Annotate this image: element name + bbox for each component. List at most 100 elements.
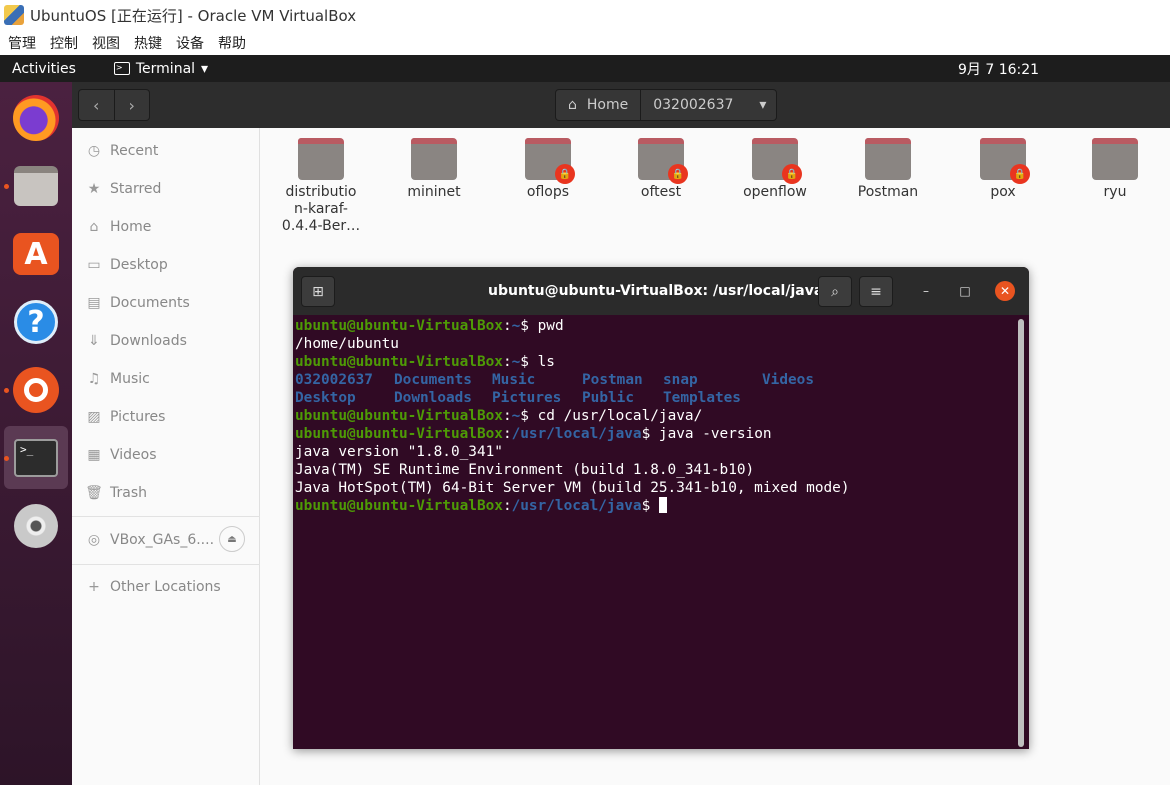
sidebar-item-starred[interactable]: ★ Starred [86,177,162,201]
terminal-window[interactable]: ⊞ ubuntu@ubuntu-VirtualBox: /usr/local/j… [293,267,1029,749]
sidebar-item-device[interactable]: ◎ VBox_GAs_6.... [86,528,214,552]
search-button[interactable]: ⌕ [818,276,852,307]
prompt-path: ~ [511,408,521,424]
dock: A ? >_ [0,82,72,785]
new-tab-icon: ⊞ [312,283,324,300]
sidebar-item-recent[interactable]: ◷ Recent [86,139,159,163]
command-text: ls [528,354,555,370]
vbox-title-bar: UbuntuOS [正在运行] - Oracle VM VirtualBox [0,0,1170,30]
menu-control[interactable]: 控制 [50,33,78,53]
gnome-top-bar: Activities > Terminal ▾ 9月 7 16:21 [0,55,1170,82]
lock-icon: 🔒 [782,164,802,184]
prompt-path: ~ [511,354,521,370]
menu-manage[interactable]: 管理 [8,33,36,53]
dock-terminal[interactable]: >_ [12,434,60,482]
sidebar-item-pictures[interactable]: ▨ Pictures [86,405,165,429]
menu-hotkey[interactable]: 热键 [134,33,162,53]
folder-icon [411,138,457,180]
close-button[interactable]: ✕ [995,281,1015,301]
running-indicator [4,388,9,393]
ls-entry: Downloads [394,390,472,406]
command-text: cd /usr/local/java/ [528,408,703,424]
terminal-output[interactable]: ubuntu@ubuntu-VirtualBox:~$ pwd/home/ubu… [295,317,1015,515]
terminal-line: Desktop Downloads Pictures Public Templates [295,389,1015,407]
maximize-button[interactable]: □ [955,281,975,301]
dock-dvd[interactable] [12,502,60,550]
sidebar-item-other-locations[interactable]: + Other Locations [86,575,221,599]
dock-ubuntu[interactable] [12,366,60,414]
dock-help[interactable]: ? [12,298,60,346]
folder-icon: 🔒 [525,138,575,184]
folder-label: oftest [640,184,682,200]
minimize-button[interactable]: – [916,281,936,301]
sidebar-item-downloads[interactable]: ⇓ Downloads [86,329,187,353]
eject-button[interactable]: ⏏ [219,526,245,552]
menu-view[interactable]: 视图 [92,33,120,53]
app-menu-terminal[interactable]: > Terminal ▾ [113,61,208,77]
folder-item[interactable]: 🔒 oftest [611,138,711,200]
folder-icon [1092,138,1138,180]
ls-entry: Desktop [295,390,356,406]
disc-icon: ◎ [87,532,101,548]
sidebar-item-home[interactable]: ⌂ Home [86,215,152,239]
picture-icon: ▨ [87,409,101,425]
ls-entry: 032002637 [295,372,373,388]
new-tab-button[interactable]: ⊞ [301,276,335,307]
ls-entry: Pictures [492,390,562,406]
prompt-user: ubuntu@ubuntu-VirtualBox [295,354,503,370]
firefox-icon [13,95,59,141]
folder-item[interactable]: mininet [384,138,484,200]
dock-firefox[interactable] [12,94,60,142]
terminal-title: ubuntu@ubuntu-VirtualBox: /usr/local/jav… [488,283,824,299]
terminal-scrollbar[interactable] [1018,319,1024,747]
lock-icon: 🔒 [555,164,575,184]
path-home[interactable]: ⌂ Home [556,90,642,120]
path-home-label: Home [586,97,629,113]
terminal-line: java version "1.8.0_341" [295,444,503,460]
running-indicator [4,456,9,461]
folder-item[interactable]: Postman [838,138,938,200]
folder-icon: 🔒 [638,138,688,184]
activities-button[interactable]: Activities [12,61,76,77]
back-button[interactable]: ‹ [79,90,115,120]
video-icon: ▦ [87,447,101,463]
path-current[interactable]: 032002637 ▾ [641,90,778,120]
prompt-user: ubuntu@ubuntu-VirtualBox [295,318,503,334]
sidebar-item-trash[interactable]: 🗑 Trash [85,481,147,505]
prompt-path: /usr/local/java [511,426,642,442]
search-icon: ⌕ [831,283,839,300]
menu-devices[interactable]: 设备 [176,33,204,53]
chevron-down-icon: ▾ [759,97,767,113]
menu-button[interactable]: ≡ [859,276,893,307]
sidebar-label: Home [110,219,152,235]
folder-label: oflops [526,184,570,200]
terminal-line: Java(TM) SE Runtime Environment (build 1… [295,462,755,478]
sidebar-item-music[interactable]: ♫ Music [86,367,150,391]
sidebar-label: Other Locations [110,579,221,595]
clock[interactable]: 9月 7 16:21 [958,59,1039,79]
terminal-line: ubuntu@ubuntu-VirtualBox:~$ pwd [295,318,564,334]
trash-icon: 🗑 [85,485,103,501]
plus-icon: + [88,579,100,595]
folder-item[interactable]: 🔒 openflow [725,138,825,200]
sidebar-item-videos[interactable]: ▦ Videos [86,443,156,467]
prompt-path: /usr/local/java [511,498,642,514]
menu-help[interactable]: 帮助 [218,33,246,53]
folder-item[interactable]: 🔒 oflops [498,138,598,200]
star-icon: ★ [87,181,101,197]
sidebar-item-desktop[interactable]: ▭ Desktop [86,253,167,277]
dock-software[interactable]: A [12,230,60,278]
path-bar: ⌂ Home 032002637 ▾ [555,89,777,121]
forward-button[interactable]: › [115,90,150,120]
dock-files[interactable] [12,162,60,210]
files-icon [14,166,58,206]
folder-item[interactable]: ryu [1065,138,1165,200]
sidebar-label: Recent [110,143,159,159]
folder-icon: 🔒 [980,138,1030,184]
sidebar-label: Music [110,371,150,387]
sidebar-item-documents[interactable]: ▤ Documents [86,291,189,315]
prompt-user: ubuntu@ubuntu-VirtualBox [295,498,503,514]
folder-item[interactable]: 🔒 pox [953,138,1053,200]
folder-item[interactable]: distributio n-karaf- 0.4.4-Ber… [271,138,371,235]
terminal-line: ubuntu@ubuntu-VirtualBox:~$ cd /usr/loca… [295,408,703,424]
